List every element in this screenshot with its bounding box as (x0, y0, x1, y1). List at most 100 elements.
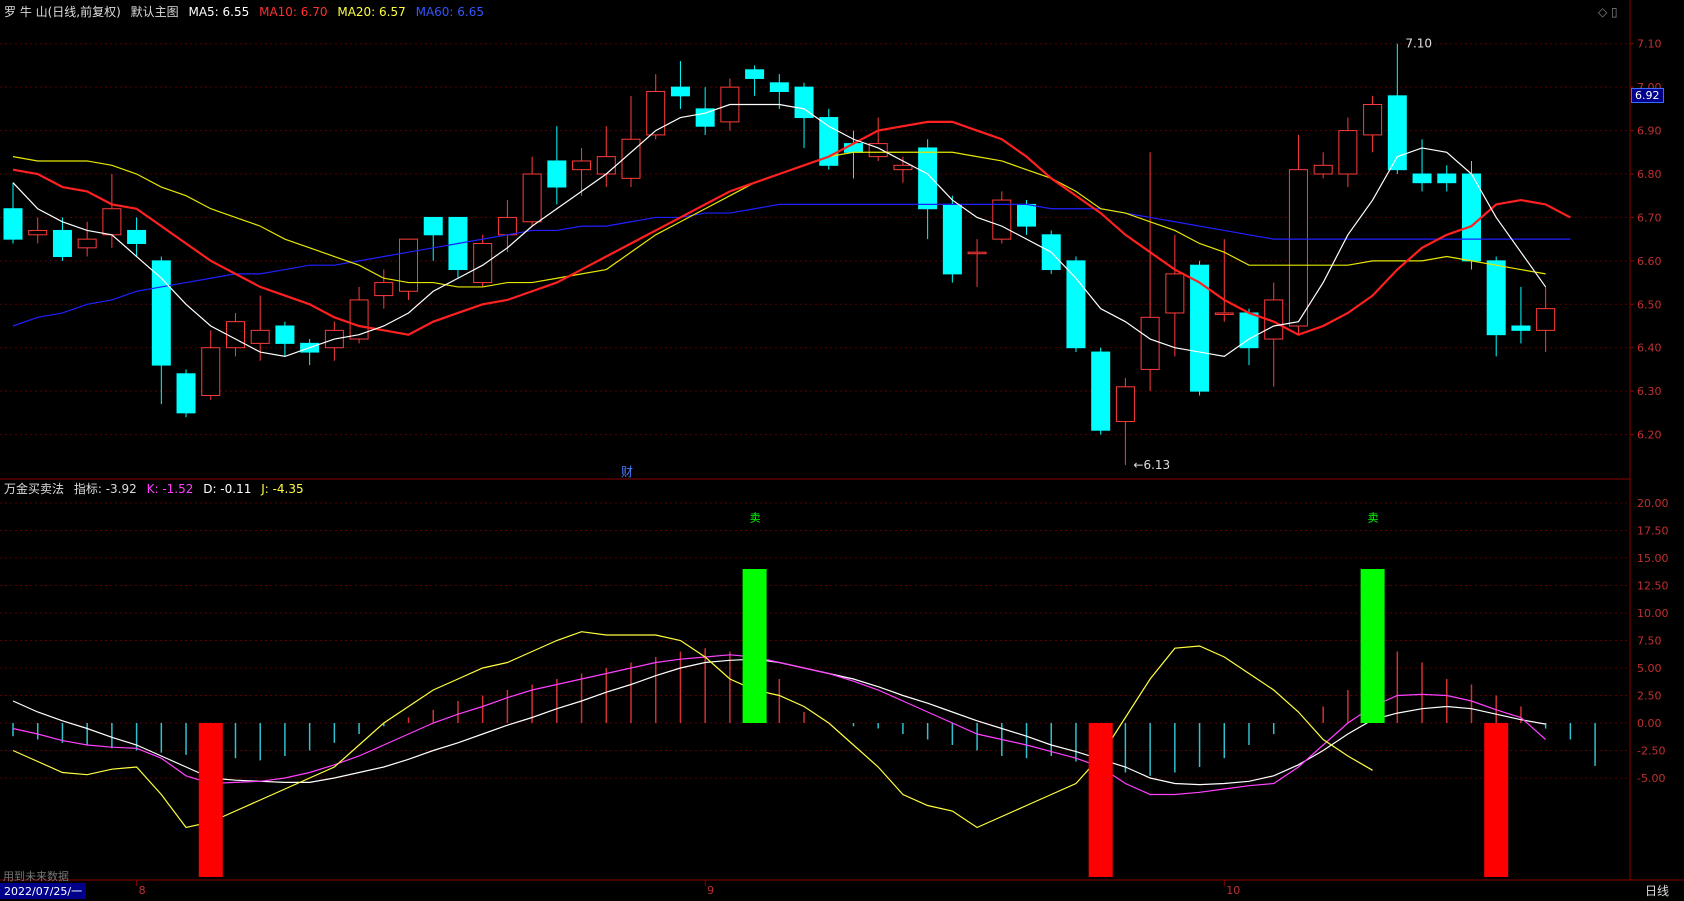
date-tick-label: 8 (139, 884, 146, 897)
buy-signal-bar (1088, 723, 1113, 877)
ma5-line (12, 103, 1547, 358)
main-chart-selector[interactable]: 默认主图 (131, 5, 179, 19)
ma5-value: MA5: 6.55 (188, 5, 250, 19)
candle-down (423, 216, 443, 236)
stock-name[interactable]: 罗 牛 山(日线,前复权) (4, 5, 121, 19)
candle-up (1338, 130, 1358, 175)
current-price-badge: 6.92 (1631, 88, 1664, 103)
candle-up (201, 347, 221, 396)
candle-up (28, 229, 48, 236)
window-controls-icon: ◇ ▯ (1598, 5, 1618, 19)
price-tick-label: 6.40 (1637, 342, 1662, 355)
candle-down (1387, 95, 1407, 171)
candle-up (1363, 104, 1383, 136)
candle-up (250, 329, 270, 344)
d-value: D: -0.11 (203, 482, 252, 496)
indicator-tick-label: 15.00 (1637, 552, 1669, 565)
candle-down (769, 82, 789, 92)
j-value: J: -4.35 (261, 482, 304, 496)
candle-up (1288, 169, 1308, 327)
price-tick-label: 6.80 (1637, 168, 1662, 181)
candle-down (1511, 325, 1531, 331)
candle-up (893, 164, 913, 171)
candle-up (1165, 273, 1185, 314)
candle-down (1412, 173, 1432, 184)
indicator-value: 指标: -3.92 (73, 482, 137, 496)
candle-up (1140, 316, 1160, 370)
candle-down (1437, 173, 1457, 184)
candle-up (1214, 312, 1234, 315)
stock-chart[interactable]: 7.107.006.906.806.706.606.506.406.306.20… (0, 0, 1684, 897)
candle-down (1461, 173, 1481, 262)
candle-up (1313, 164, 1333, 175)
candle-down (151, 260, 171, 366)
candle-up (497, 216, 517, 236)
candle-down (176, 373, 196, 414)
candle-down (745, 69, 765, 79)
sell-signal-bar (1360, 569, 1385, 723)
price-tick-label: 6.30 (1637, 385, 1662, 398)
sell-signal-bar (742, 569, 767, 723)
k-line (12, 654, 1547, 796)
sell-signal-label: 卖 (1368, 512, 1379, 525)
indicator-name[interactable]: 万金买卖法 (4, 482, 64, 496)
indicator-tick-label: 12.50 (1637, 580, 1669, 593)
period-button[interactable]: 日线 (1645, 882, 1669, 899)
candle-up (399, 238, 419, 292)
ma60-value: MA60: 6.65 (415, 5, 485, 19)
candle-down (1017, 203, 1037, 227)
candle-up (473, 242, 493, 284)
price-tick-label: 6.70 (1637, 211, 1662, 224)
k-value: K: -1.52 (146, 482, 194, 496)
price-tick-label: 6.90 (1637, 125, 1662, 138)
candle-up (992, 199, 1012, 240)
candle-down (127, 229, 147, 244)
candle-up (621, 138, 641, 179)
candle-down (670, 86, 690, 97)
candle-up (77, 238, 97, 249)
indicator-tick-label: -2.50 (1637, 745, 1665, 758)
future-data-label: 用到未来数据 (3, 870, 69, 883)
candle-up (646, 90, 666, 136)
candle-up (1115, 386, 1135, 423)
candle-up (967, 251, 987, 255)
candle-down (1190, 264, 1210, 392)
candle-down (52, 229, 72, 258)
date-tick-label: 10 (1226, 884, 1240, 897)
ma10-value: MA10: 6.70 (259, 5, 328, 19)
ma10-line (12, 120, 1571, 336)
candle-up (522, 173, 542, 223)
candle-up (349, 299, 369, 340)
candle-up (1536, 308, 1556, 331)
price-tick-label: 6.60 (1637, 255, 1662, 268)
indicator-tick-label: 7.50 (1637, 635, 1662, 648)
indicator-tick-label: 5.00 (1637, 662, 1662, 675)
indicator-tick-label: 17.50 (1637, 525, 1669, 538)
indicator-tick-label: 10.00 (1637, 607, 1669, 620)
indicator-tick-label: 2.50 (1637, 690, 1662, 703)
indicator-header: 万金买卖法 指标: -3.92 K: -1.52 D: -0.11 J: -4.… (4, 480, 310, 497)
indicator-tick-label: -5.00 (1637, 772, 1665, 785)
candle-up (102, 208, 122, 236)
candle-down (1239, 312, 1259, 349)
sell-signal-label: 卖 (750, 512, 761, 525)
price-tick-label: 7.10 (1637, 38, 1662, 51)
candle-up (596, 156, 616, 175)
candle-down (275, 325, 295, 344)
candle-up (572, 160, 592, 171)
buy-signal-bar (198, 723, 223, 877)
candle-down (942, 203, 962, 275)
candle-down (3, 208, 23, 240)
finance-mark[interactable]: 财 (621, 463, 633, 480)
indicator-tick-label: 20.00 (1637, 497, 1669, 510)
candle-down (1091, 351, 1111, 431)
candle-down (547, 160, 567, 188)
chart-stage: 7.107.006.906.806.706.606.506.406.306.20… (0, 0, 1684, 899)
price-tick-label: 6.50 (1637, 298, 1662, 311)
price-extreme-label: 7.10 (1405, 37, 1432, 51)
main-chart-header: 罗 牛 山(日线,前复权) 默认主图 MA5: 6.55 MA10: 6.70 … (4, 3, 490, 20)
ma20-value: MA20: 6.57 (337, 5, 406, 19)
candle-down (1066, 260, 1086, 349)
candle-down (1486, 260, 1506, 336)
price-tick-label: 6.20 (1637, 429, 1662, 442)
